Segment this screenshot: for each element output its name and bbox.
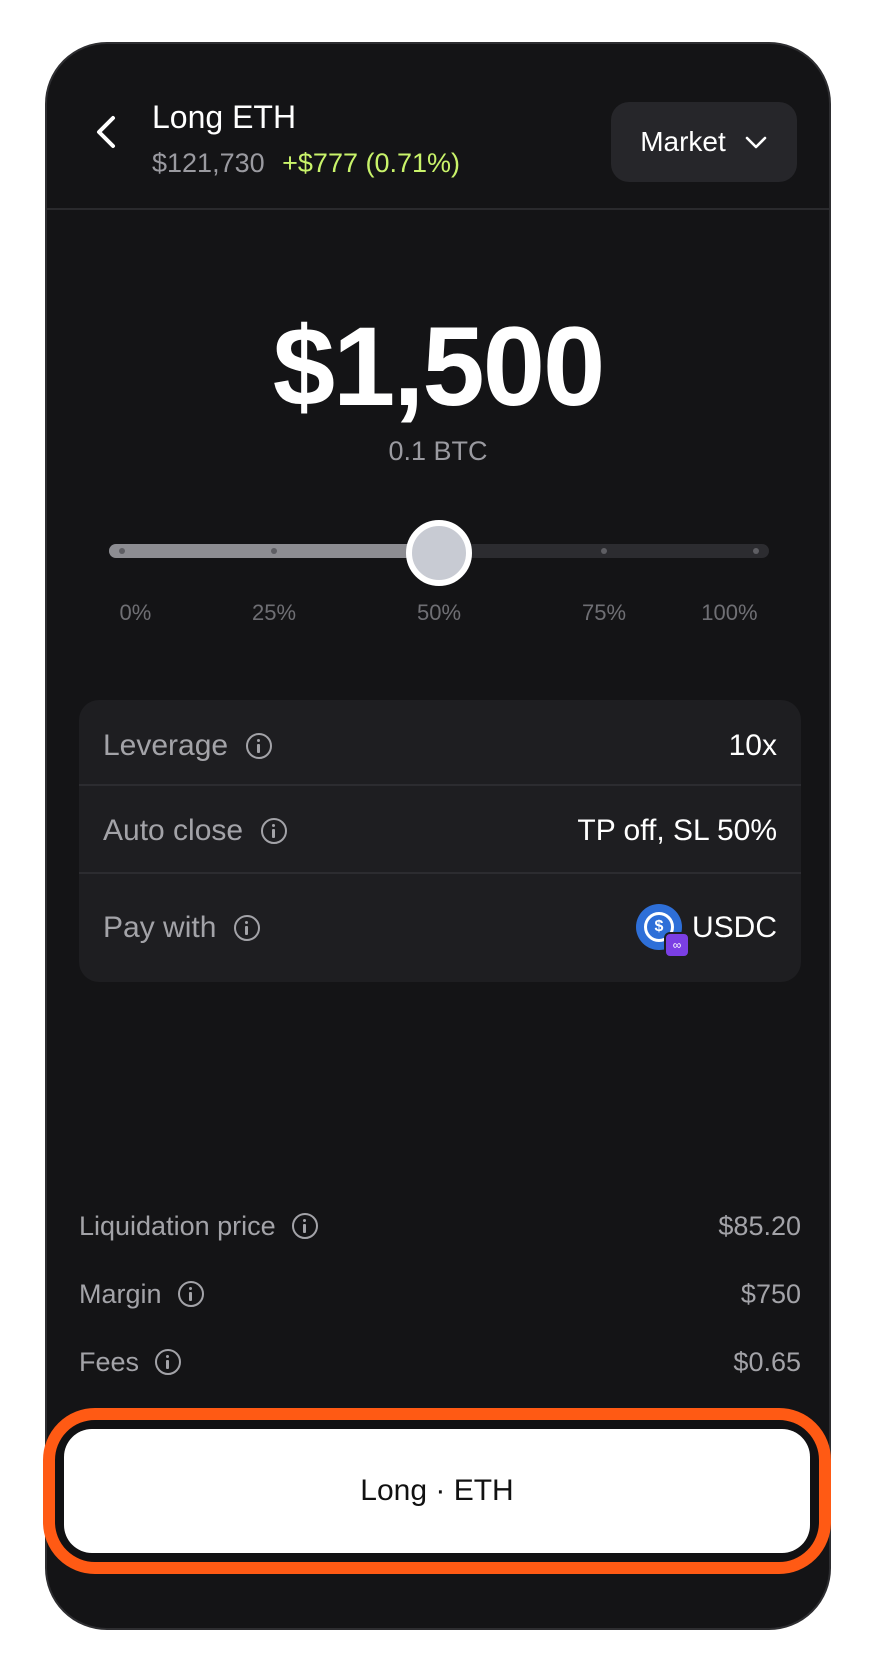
long-eth-button[interactable]: Long · ETH	[64, 1429, 810, 1553]
slider-thumb[interactable]	[406, 520, 472, 586]
info-icon[interactable]	[177, 1281, 204, 1307]
order-settings-card: Leverage 10x Auto close TP off, SL 50% P…	[79, 700, 801, 982]
slider-label[interactable]: 75%	[582, 600, 626, 626]
info-icon[interactable]	[234, 915, 261, 941]
slider-label[interactable]: 25%	[252, 600, 296, 626]
order-summary: Liquidation price $85.20 Margin $750 Fee…	[79, 1192, 801, 1396]
pay-with-label-group: Pay with	[103, 911, 261, 945]
info-icon[interactable]	[155, 1349, 182, 1375]
pay-with-row[interactable]: Pay with $ ∞ USDC	[79, 872, 801, 982]
pay-with-label: Pay with	[103, 911, 217, 944]
chevron-down-icon	[745, 136, 767, 149]
page-title: Long ETH	[152, 99, 297, 135]
info-icon[interactable]	[291, 1213, 318, 1239]
chain-badge-icon: ∞	[663, 932, 690, 958]
usdc-token-icon: $ ∞	[635, 904, 690, 958]
liquidation-price-label: Liquidation price	[79, 1210, 276, 1241]
info-icon[interactable]	[261, 818, 288, 844]
order-type-dropdown[interactable]: Market	[611, 102, 797, 182]
leverage-value: 10x	[728, 729, 777, 762]
order-amount[interactable]: $1,500	[47, 302, 829, 431]
order-amount-converted: 0.1 BTC	[388, 436, 488, 466]
price-row: $121,730 +$777 (0.71%)	[152, 148, 460, 179]
margin-label-group: Margin	[79, 1279, 204, 1310]
leverage-row[interactable]: Leverage 10x	[79, 700, 801, 792]
margin-row: Margin $750	[79, 1260, 801, 1328]
size-slider[interactable]	[109, 520, 769, 586]
slider-tick	[271, 548, 277, 554]
cta-highlight: Long · ETH	[43, 1408, 831, 1574]
auto-close-label-group: Auto close	[103, 814, 288, 848]
liquidation-price-value: $85.20	[718, 1210, 801, 1241]
header: Long ETH $121,730 +$777 (0.71%) Market	[47, 44, 829, 210]
info-icon[interactable]	[246, 733, 273, 759]
slider-labels: 0% 25% 50% 75% 100%	[109, 600, 769, 630]
slider-tick	[601, 548, 607, 554]
chevron-left-icon	[97, 116, 115, 148]
order-type-label: Market	[640, 126, 726, 157]
trade-screen: Long ETH $121,730 +$777 (0.71%) Market $…	[45, 42, 831, 1630]
liquidation-price-label-group: Liquidation price	[79, 1211, 318, 1242]
auto-close-label: Auto close	[103, 814, 244, 847]
pay-with-value: USDC	[691, 911, 777, 944]
margin-label: Margin	[79, 1278, 162, 1309]
leverage-label: Leverage	[103, 729, 229, 762]
auto-close-row[interactable]: Auto close TP off, SL 50%	[79, 784, 801, 876]
margin-value: $750	[740, 1278, 801, 1309]
leverage-label-group: Leverage	[103, 729, 273, 763]
asset-price: $121,730	[152, 148, 265, 178]
slider-label[interactable]: 50%	[417, 600, 461, 626]
fees-label: Fees	[79, 1346, 140, 1377]
pay-with-value-group: $ ∞ USDC	[635, 904, 777, 958]
price-change: +$777 (0.71%)	[282, 148, 461, 178]
slider-label[interactable]: 0%	[119, 600, 151, 626]
fees-value: $0.65	[733, 1346, 801, 1377]
liquidation-price-row: Liquidation price $85.20	[79, 1192, 801, 1260]
back-button[interactable]	[87, 112, 127, 152]
auto-close-value: TP off, SL 50%	[577, 814, 777, 847]
slider-tick	[752, 548, 759, 554]
fees-label-group: Fees	[79, 1346, 182, 1378]
fees-row: Fees $0.65	[79, 1328, 801, 1396]
slider-label[interactable]: 100%	[701, 600, 757, 626]
